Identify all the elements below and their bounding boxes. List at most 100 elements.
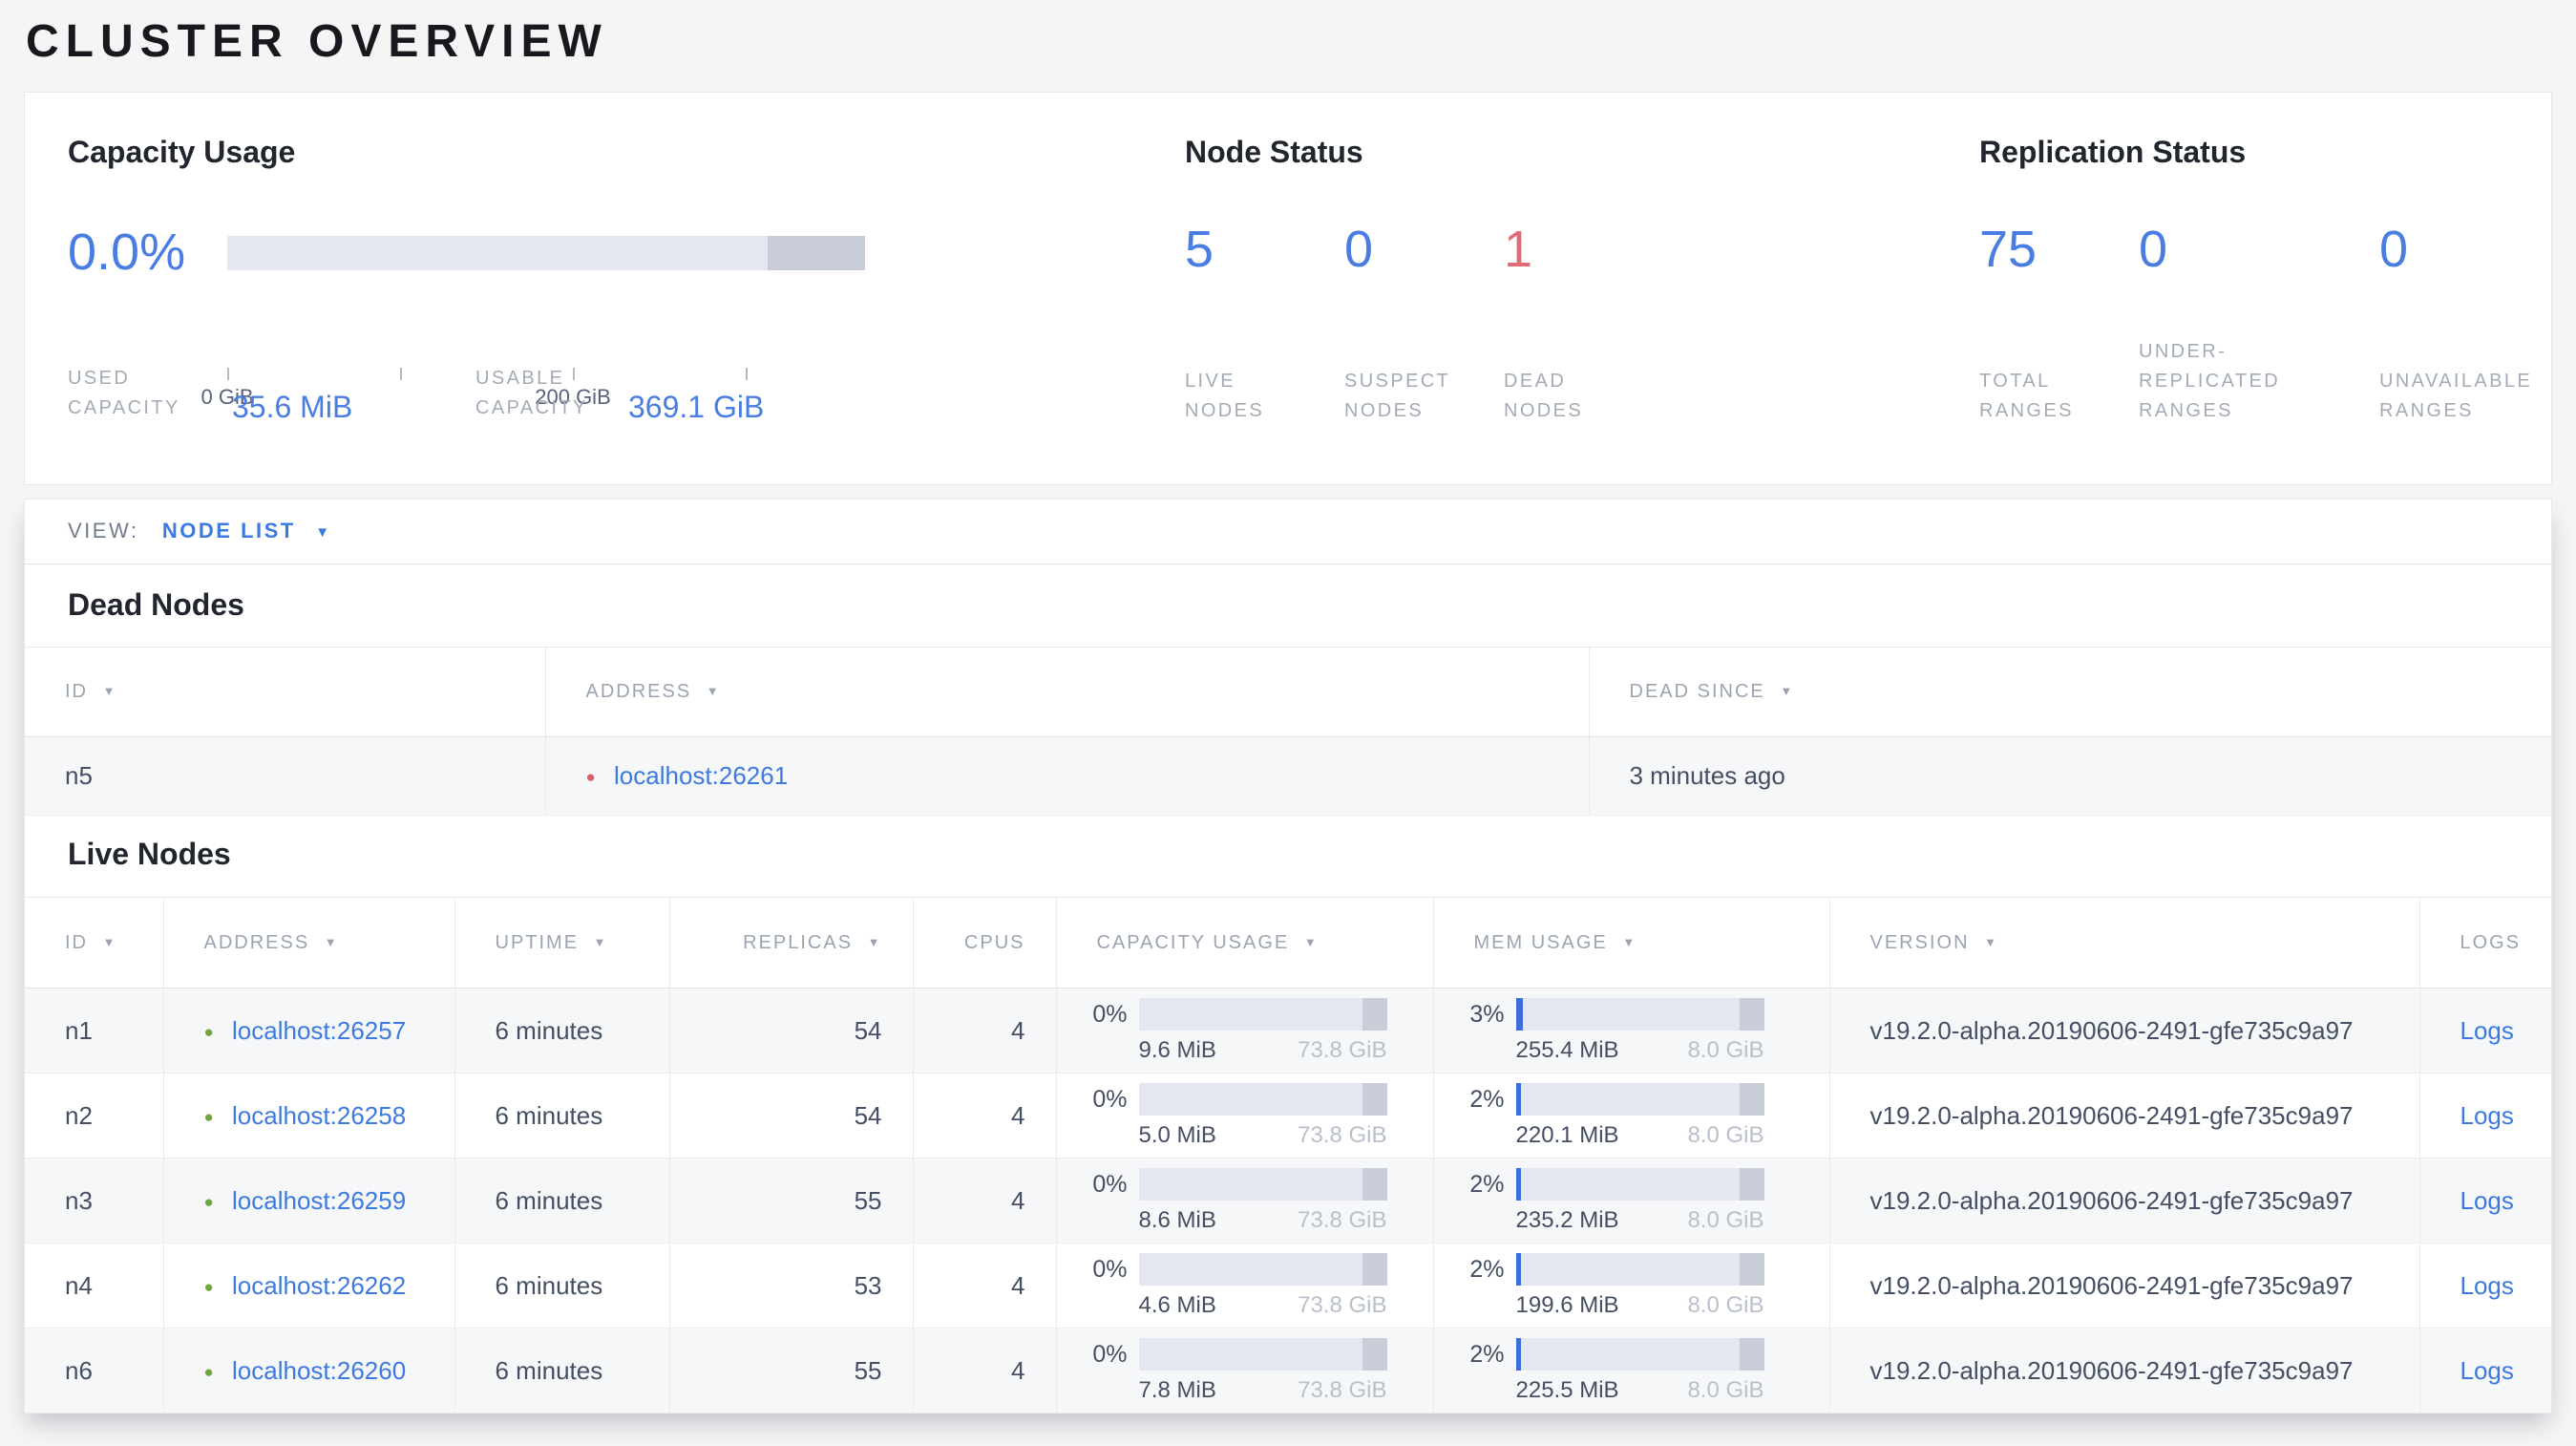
live-node-row: n6 ● localhost:26260 6 minutes 55 4 0% 7…	[25, 1328, 2551, 1414]
column-header-id[interactable]: ID ▼	[25, 647, 545, 737]
mem-bar-dark-segment	[1739, 1167, 1764, 1201]
node-address-cell: ● localhost:26257	[162, 988, 454, 1074]
sort-desc-icon[interactable]: ▼	[707, 684, 721, 698]
dead-nodes-count: 1	[1504, 221, 1533, 278]
live-nodes-table: ID ▼ ADDRESS ▼ UPTIME ▼ REPLICAS ▼ CPUS …	[25, 897, 2551, 1414]
logs-link[interactable]: Logs	[2460, 1016, 2514, 1045]
node-address-link[interactable]: localhost:26262	[232, 1271, 406, 1300]
mem-bar-fill	[1515, 1337, 1521, 1371]
replicas-cell: 53	[668, 1243, 913, 1329]
usable-capacity-value: 369.1 GiB	[628, 390, 765, 424]
dead-nodes-label: NODES	[1504, 400, 1584, 421]
column-header-label[interactable]: UPTIME	[496, 932, 580, 953]
mem-bar	[1515, 1252, 1764, 1286]
mem-used-value: 235.2 MiB	[1515, 1206, 1619, 1233]
used-capacity-stat: USED CAPACITY 35.6 MiB	[68, 364, 352, 424]
under-replicated-ranges-label: RANGES	[2139, 400, 2233, 421]
unavailable-ranges-label: RANGES	[2379, 400, 2474, 421]
version-cell: v19.2.0-alpha.20190606-2491-gfe735c9a97	[1828, 1243, 2419, 1329]
capacity-bar-dark-segment	[1362, 1167, 1387, 1201]
column-header-label[interactable]: VERSION	[1870, 932, 1970, 953]
view-selected-value[interactable]: NODE LIST	[162, 519, 296, 542]
column-header-address[interactable]: ADDRESS ▼	[162, 897, 454, 989]
node-address-cell: ● localhost:26262	[162, 1243, 454, 1329]
mem-usage-cell: 2% 225.5 MiB 8.0 GiB	[1432, 1328, 1829, 1414]
live-nodes-heading: Live Nodes	[68, 837, 231, 871]
total-ranges-count: 75	[1979, 221, 2038, 278]
capacity-usage-gauge: 0% 7.8 MiB 73.8 GiB	[1057, 1337, 1433, 1404]
capacity-percent-label: 0%	[1092, 1000, 1128, 1028]
capacity-percent-label: 0%	[1092, 1085, 1128, 1113]
capacity-usage-cell: 0% 4.6 MiB 73.8 GiB	[1055, 1243, 1433, 1329]
column-header-label[interactable]: CAPACITY USAGE	[1097, 932, 1290, 953]
column-header-label[interactable]: ID	[65, 681, 88, 702]
capacity-usage-heading: Capacity Usage	[68, 135, 296, 169]
column-header-label[interactable]: MEM USAGE	[1474, 932, 1608, 953]
uptime-cell: 6 minutes	[454, 1243, 669, 1329]
node-id-cell: n4	[25, 1243, 163, 1329]
column-header-label[interactable]: CPUS	[964, 932, 1025, 953]
column-header-id[interactable]: ID ▼	[25, 897, 163, 989]
node-address-link[interactable]: localhost:26257	[232, 1016, 406, 1045]
logs-link[interactable]: Logs	[2460, 1101, 2514, 1130]
view-selector-dropdown[interactable]: NODE LIST ▼	[162, 500, 329, 565]
column-header-label[interactable]: REPLICAS	[743, 932, 853, 953]
capacity-used-value: 7.8 MiB	[1138, 1376, 1216, 1403]
logs-cell: Logs	[2418, 1243, 2551, 1329]
column-header-label[interactable]: ADDRESS	[204, 932, 310, 953]
dead-nodes-label: DEAD	[1504, 371, 1567, 392]
capacity-usage-gauge: 0% 4.6 MiB 73.8 GiB	[1057, 1252, 1433, 1319]
mem-usage-gauge: 3% 255.4 MiB 8.0 GiB	[1434, 997, 1829, 1064]
cpus-cell: 4	[912, 1328, 1056, 1414]
column-header-cpus[interactable]: CPUS	[912, 897, 1056, 989]
column-header-address[interactable]: ADDRESS ▼	[544, 647, 1589, 737]
suspect-nodes-label: SUSPECT	[1344, 371, 1451, 392]
logs-link[interactable]: Logs	[2460, 1186, 2514, 1215]
column-header-capacity-usage[interactable]: CAPACITY USAGE ▼	[1055, 897, 1433, 989]
used-capacity-label: CAPACITY	[68, 397, 180, 418]
mem-bar	[1515, 1082, 1764, 1116]
node-address-cell: ● localhost:26260	[162, 1328, 454, 1414]
logs-cell: Logs	[2418, 1073, 2551, 1159]
sort-desc-icon[interactable]: ▼	[868, 935, 882, 949]
node-address-link[interactable]: localhost:26258	[232, 1101, 406, 1130]
replicas-cell: 54	[668, 1073, 913, 1159]
sort-desc-icon[interactable]: ▼	[1622, 935, 1636, 949]
sort-desc-icon[interactable]: ▼	[1780, 684, 1794, 698]
mem-bar-fill	[1515, 1252, 1521, 1286]
sort-desc-icon[interactable]: ▼	[1984, 935, 1998, 949]
capacity-bar-dark-segment	[1362, 997, 1387, 1031]
node-list-panel: VIEW: NODE LIST ▼ Dead Nodes ID ▼ ADDRES…	[24, 499, 2552, 1414]
mem-usage-gauge: 2% 235.2 MiB 8.0 GiB	[1434, 1167, 1829, 1234]
under-replicated-ranges-stat: 0 UNDER- REPLICATED RANGES	[2139, 219, 2379, 426]
node-address-link[interactable]: localhost:26260	[232, 1356, 406, 1385]
node-address-link[interactable]: localhost:26261	[614, 761, 788, 790]
sort-desc-icon[interactable]: ▼	[1304, 935, 1319, 949]
mem-total-value: 8.0 GiB	[1687, 1121, 1764, 1148]
mem-bar-dark-segment	[1739, 1082, 1764, 1116]
column-header-mem-usage[interactable]: MEM USAGE ▼	[1432, 897, 1829, 989]
total-ranges-label: RANGES	[1979, 400, 2074, 421]
logs-link[interactable]: Logs	[2460, 1271, 2514, 1300]
node-address-link[interactable]: localhost:26259	[232, 1186, 406, 1215]
column-header-label[interactable]: ADDRESS	[586, 681, 692, 702]
column-header-dead-since[interactable]: DEAD SINCE ▼	[1588, 647, 2551, 737]
suspect-nodes-count: 0	[1344, 221, 1374, 278]
total-ranges-label: TOTAL	[1979, 371, 2051, 392]
used-capacity-label: USED	[68, 368, 131, 389]
mem-percent-label: 2%	[1469, 1085, 1505, 1113]
chevron-down-icon[interactable]: ▼	[315, 524, 329, 541]
column-header-replicas[interactable]: REPLICAS ▼	[668, 897, 913, 989]
sort-desc-icon[interactable]: ▼	[103, 684, 117, 698]
column-header-label[interactable]: DEAD SINCE	[1630, 681, 1765, 702]
column-header-version[interactable]: VERSION ▼	[1828, 897, 2419, 989]
sort-desc-icon[interactable]: ▼	[103, 935, 117, 949]
column-header-uptime[interactable]: UPTIME ▼	[454, 897, 669, 989]
uptime-cell: 6 minutes	[454, 988, 669, 1074]
column-header-label[interactable]: ID	[65, 932, 88, 953]
logs-link[interactable]: Logs	[2460, 1356, 2514, 1385]
capacity-total-value: 73.8 GiB	[1298, 1291, 1387, 1318]
mem-used-value: 225.5 MiB	[1515, 1376, 1619, 1403]
sort-desc-icon[interactable]: ▼	[594, 935, 608, 949]
sort-desc-icon[interactable]: ▼	[325, 935, 339, 949]
